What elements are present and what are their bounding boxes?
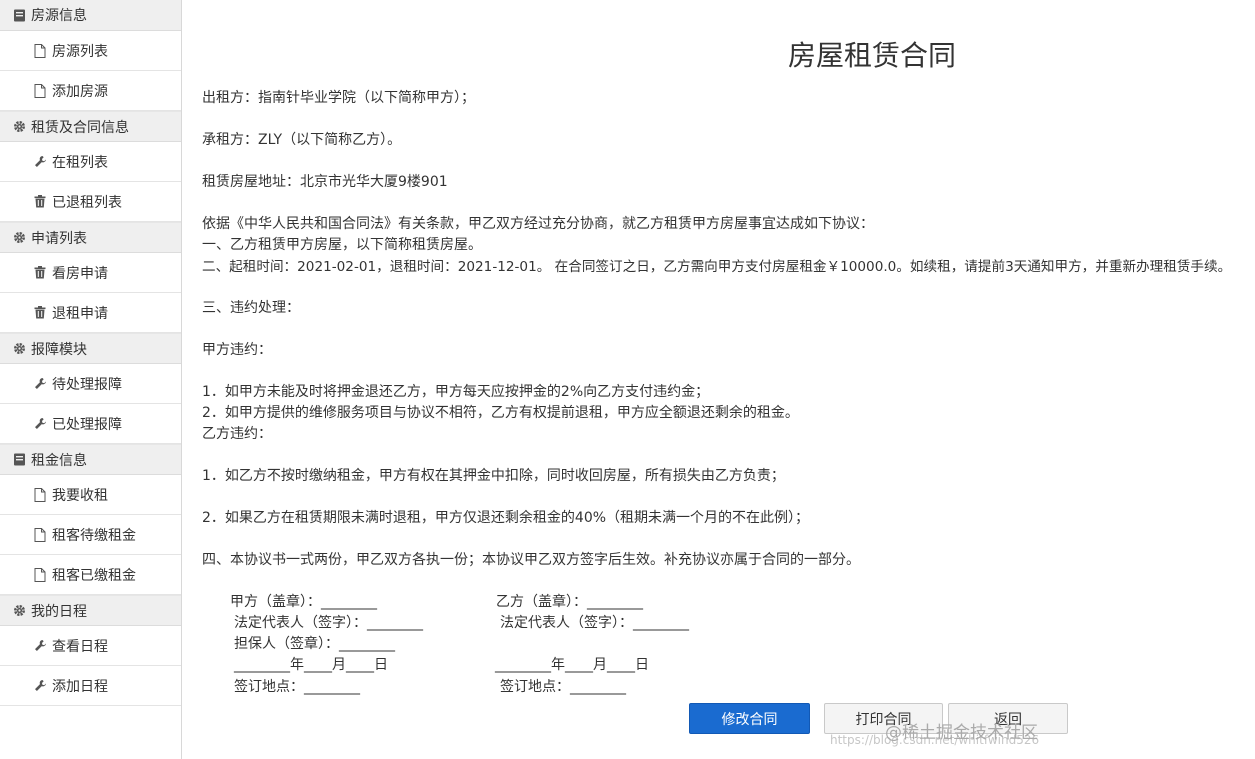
contract-clause-2: 二、起租时间：2021-02-01，退租时间：2021-12-01。 在合同签订… [202,259,1232,275]
sidebar-item-label: 租客已缴租金 [52,567,136,584]
sidebar-item-label: 添加房源 [52,83,108,100]
sidebar-item-returned-list[interactable]: 已退租列表 [0,182,181,222]
sidebar-item-label: 我要收租 [52,487,108,504]
party-b-breach-1: 1．如乙方不按时缴纳租金，甲方有权在其押金中扣除，同时收回房屋，所有损失由乙方负… [202,468,785,484]
party-b-breach-heading: 乙方违约： [202,426,272,442]
file-icon [33,487,47,502]
trash-icon [33,306,47,320]
sidebar-group-label: 租金信息 [31,452,87,469]
wrench-icon [33,679,47,693]
sidebar-group-schedule[interactable]: 我的日程 [0,595,181,626]
sidebar-item-pending-repairs[interactable]: 待处理报障 [0,364,181,404]
sidebar: 房源信息 房源列表 添加房源 租赁及合同信息 在租列表 已退租列表 申请列表 看… [0,0,182,759]
edit-contract-button[interactable]: 修改合同 [689,703,810,734]
wrench-icon [33,639,47,653]
sidebar-group-applications[interactable]: 申请列表 [0,222,181,253]
sidebar-item-label: 添加日程 [52,678,108,695]
sidebar-group-repairs[interactable]: 报障模块 [0,333,181,364]
party-b-breach-2: 2．如果乙方在租赁期限未满时退租，甲方仅退还剩余租金的40%（租期未满一个月的不… [202,510,810,526]
sidebar-item-label: 租客待缴租金 [52,527,136,544]
sidebar-item-add-house[interactable]: 添加房源 [0,71,181,111]
guarantor-seal: 担保人（签章）：________ [234,636,395,652]
sidebar-group-label: 报障模块 [31,341,87,358]
sidebar-item-label: 待处理报障 [52,376,122,393]
file-icon [33,83,47,98]
address-book-icon [12,8,26,22]
page-title: 房屋租赁合同 [788,39,957,72]
sidebar-item-label: 已处理报障 [52,416,122,433]
party-a-seal: 甲方（盖章）：________ [230,594,377,610]
address-book-icon [12,453,26,467]
sidebar-item-house-list[interactable]: 房源列表 [0,31,181,71]
sidebar-group-label: 房源信息 [31,8,87,24]
sidebar-group-house-info[interactable]: 房源信息 [0,0,181,31]
sidebar-group-rent-info[interactable]: 租金信息 [0,444,181,475]
wrench-icon [33,377,47,391]
sidebar-item-tenant-unpaid[interactable]: 租客待缴租金 [0,515,181,555]
contract-panel: 房屋租赁合同 出租方：指南针毕业学院（以下简称甲方）； 承租方：ZLY（以下简称… [183,0,1255,759]
sidebar-item-collect-rent[interactable]: 我要收租 [0,475,181,515]
party-b-seal: 乙方（盖章）：________ [496,594,643,610]
gear-icon [12,604,26,618]
sidebar-item-label: 在租列表 [52,154,108,171]
sidebar-item-label: 房源列表 [52,43,108,60]
sidebar-item-tenant-paid[interactable]: 租客已缴租金 [0,555,181,595]
party-a-sign-place: 签订地点：________ [234,679,360,695]
party-a-breach-1: 1．如甲方未能及时将押金退还乙方，甲方每天应按押金的2%向乙方支付违约金； [202,384,710,400]
sidebar-item-label: 已退租列表 [52,194,122,211]
party-a-date: ________年____月____日 [234,657,388,673]
sidebar-item-view-schedule[interactable]: 查看日程 [0,626,181,666]
party-a-representative: 法定代表人（签字）：________ [234,615,423,631]
sidebar-item-handled-repairs[interactable]: 已处理报障 [0,404,181,444]
wrench-icon [33,417,47,431]
contract-clause-1: 一、乙方租赁甲方房屋，以下简称租赁房屋。 [202,237,482,253]
file-icon [33,43,47,58]
gear-icon [12,231,26,245]
party-b-sign-place: 签订地点：________ [500,679,626,695]
trash-icon [33,266,47,280]
gear-icon [12,120,26,134]
contract-lessor: 出租方：指南针毕业学院（以下简称甲方）； [202,90,475,106]
party-a-breach-heading: 甲方违约： [202,342,272,358]
sidebar-item-label: 查看日程 [52,638,108,655]
wrench-icon [33,155,47,169]
sidebar-item-label: 看房申请 [52,265,108,282]
sidebar-group-lease-contract[interactable]: 租赁及合同信息 [0,111,181,142]
trash-icon [33,195,47,209]
sidebar-item-add-schedule[interactable]: 添加日程 [0,666,181,706]
contract-clause-3: 三、违约处理： [202,300,300,316]
sidebar-group-label: 我的日程 [31,603,87,620]
watermark: @稀土掘金技术社区 [885,723,1038,743]
contract-intro: 依据《中华人民共和国合同法》有关条款，甲乙双方经过充分协商，就乙方租赁甲方房屋事… [202,216,874,232]
file-icon [33,567,47,582]
contract-address: 租赁房屋地址：北京市光华大厦9楼901 [202,174,448,190]
contract-clause-4: 四、本协议书一式两份，甲乙双方各执一份；本协议甲乙双方签字后生效。补充协议亦属于… [202,552,860,568]
file-icon [33,527,47,542]
gear-icon [12,342,26,356]
sidebar-item-viewing-requests[interactable]: 看房申请 [0,253,181,293]
sidebar-item-return-requests[interactable]: 退租申请 [0,293,181,333]
sidebar-item-label: 退租申请 [52,305,108,322]
sidebar-group-label: 租赁及合同信息 [31,119,129,136]
sidebar-group-label: 申请列表 [31,230,87,247]
party-b-date: ________年____月____日 [495,657,649,673]
party-a-breach-2: 2．如甲方提供的维修服务项目与协议不相符，乙方有权提前退租，甲方应全额退还剩余的… [202,405,799,421]
contract-lessee: 承租方：ZLY（以下简称乙方）。 [202,132,402,148]
party-b-representative: 法定代表人（签字）：________ [500,615,689,631]
sidebar-item-renting-list[interactable]: 在租列表 [0,142,181,182]
